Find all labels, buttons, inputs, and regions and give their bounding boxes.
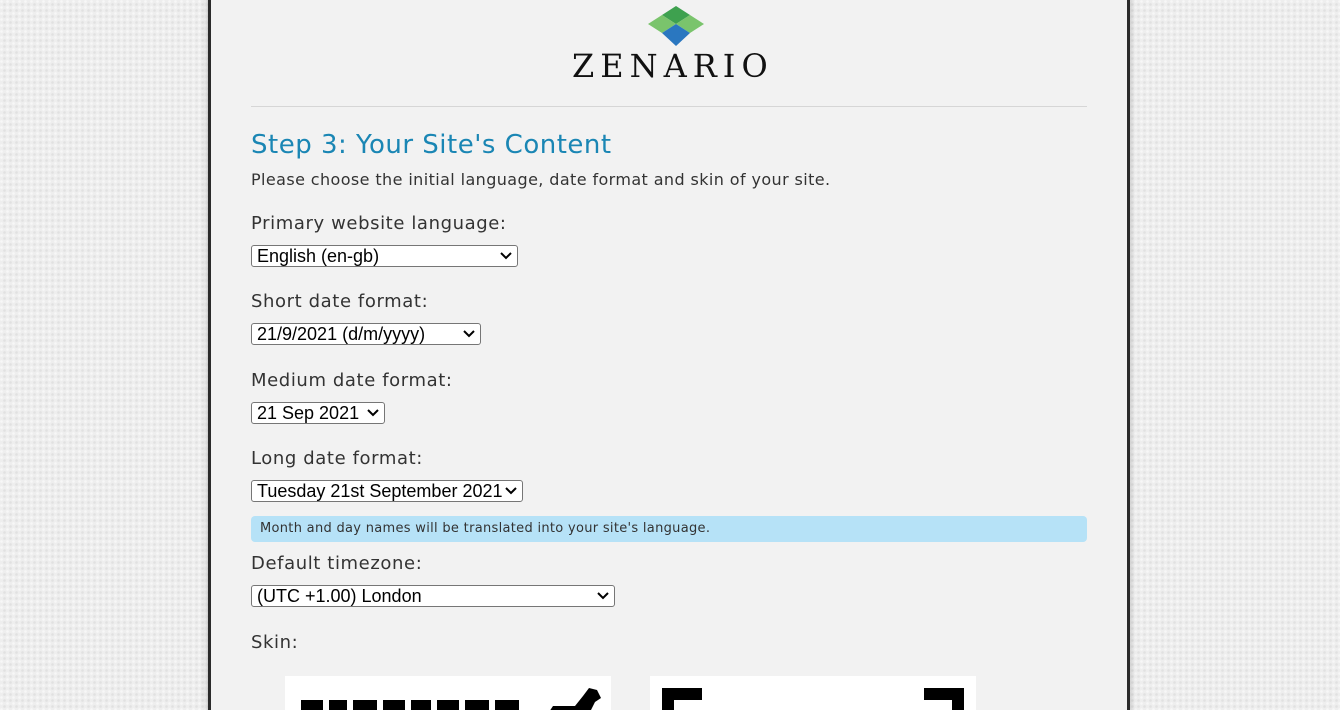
medium-date-select-value: 21 Sep 2021 <box>257 403 360 423</box>
short-date-label: Short date format: <box>251 291 429 312</box>
header-divider <box>251 106 1087 107</box>
zenario-logo: ZENARIO <box>566 6 776 86</box>
chevron-down-icon <box>597 592 609 600</box>
skin-label: Skin: <box>251 632 299 653</box>
long-date-select-value: Tuesday 21st September 2021 <box>257 481 503 501</box>
chevron-down-icon <box>367 409 379 417</box>
zenario-logo-mark-icon <box>648 6 704 46</box>
timezone-label: Default timezone: <box>251 553 423 574</box>
timezone-select[interactable]: (UTC +1.00) London <box>251 585 615 607</box>
bracket-skin-thumbnail-icon <box>662 688 964 710</box>
chevron-down-icon <box>500 252 512 260</box>
long-date-select[interactable]: Tuesday 21st September 2021 <box>251 480 523 502</box>
short-date-select[interactable]: 21/9/2021 (d/m/yyyy) <box>251 323 481 345</box>
long-date-label: Long date format: <box>251 448 423 469</box>
medium-date-select[interactable]: 21 Sep 2021 <box>251 402 385 424</box>
skin-option-bracket[interactable] <box>650 676 976 710</box>
step-title: Step 3: Your Site's Content <box>251 130 612 160</box>
timezone-select-value: (UTC +1.00) London <box>257 586 422 606</box>
language-select[interactable]: English (en-gb) <box>251 245 518 267</box>
medium-date-label: Medium date format: <box>251 370 453 391</box>
language-label: Primary website language: <box>251 213 507 234</box>
language-select-value: English (en-gb) <box>257 246 380 266</box>
chevron-down-icon <box>505 487 517 495</box>
skin-option-blackdog[interactable] <box>285 676 611 710</box>
short-date-select-value: 21/9/2021 (d/m/yyyy) <box>257 324 426 344</box>
step-description: Please choose the initial language, date… <box>251 170 831 189</box>
chevron-down-icon <box>463 330 475 338</box>
installer-panel: ZENARIO Step 3: Your Site's Content Plea… <box>208 0 1130 710</box>
blackdog-skin-thumbnail-icon <box>301 688 601 710</box>
zenario-wordmark: ZENARIO <box>572 47 774 85</box>
translation-info-note: Month and day names will be translated i… <box>251 516 1087 542</box>
